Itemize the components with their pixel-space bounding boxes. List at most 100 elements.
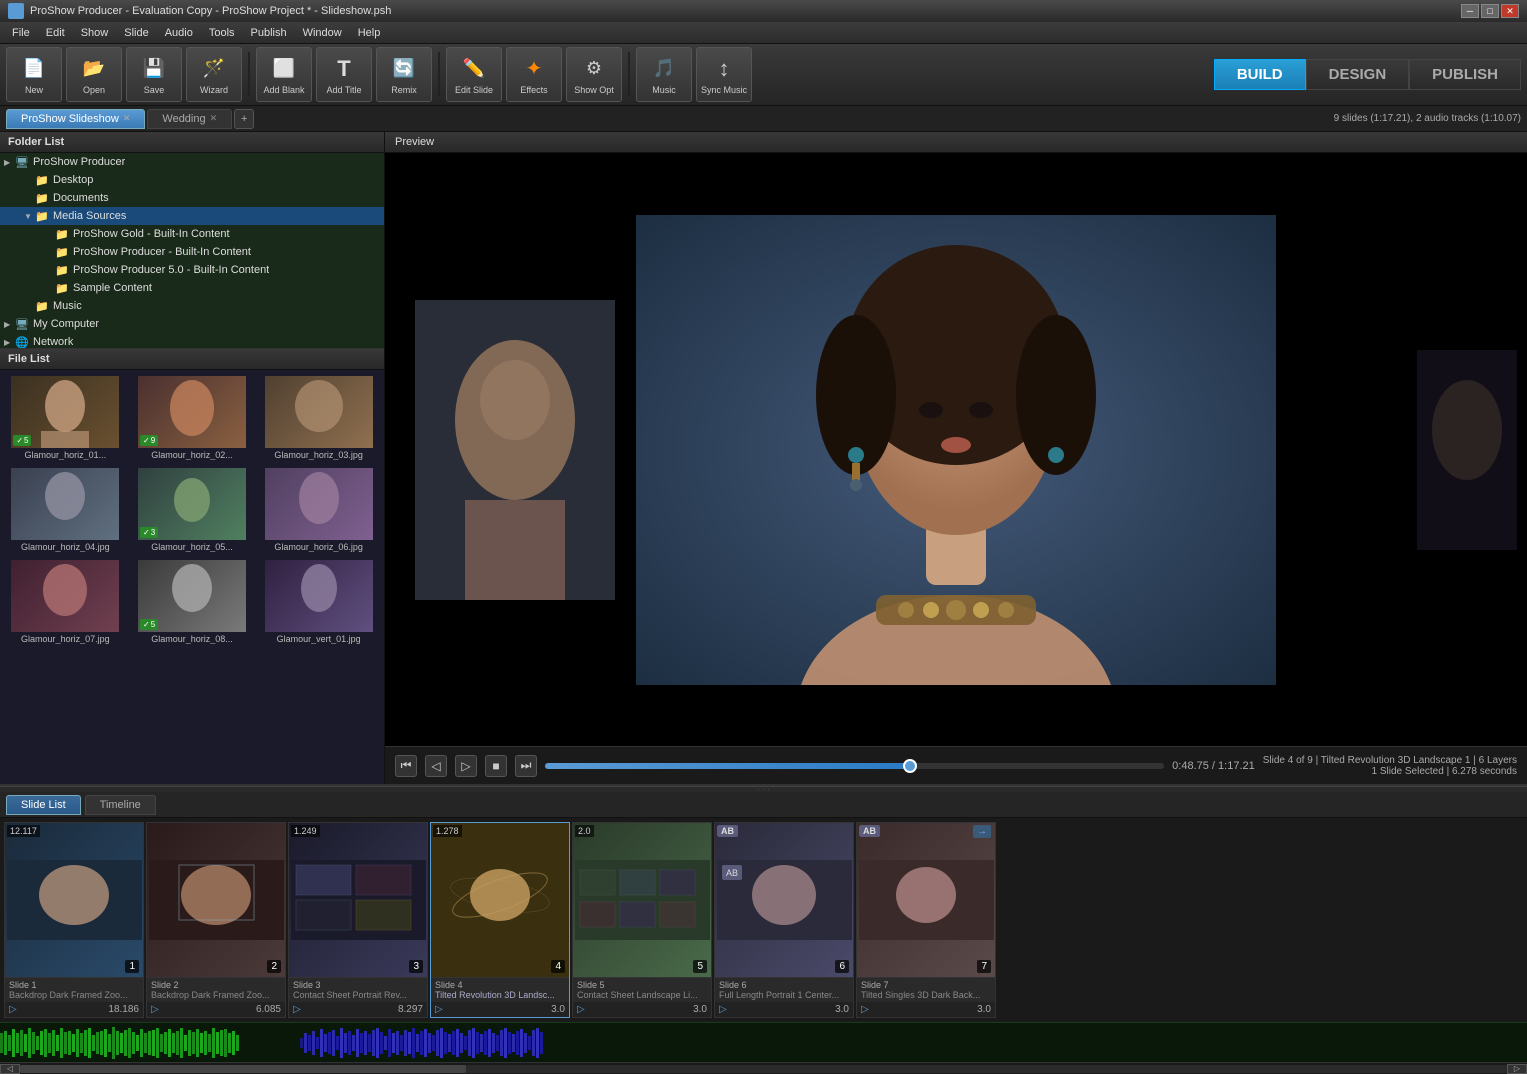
thumb-image-glamour-05: ✓ 3 (138, 468, 246, 540)
file-thumb-glamour-04[interactable]: Glamour_horiz_04.jpg (4, 466, 127, 554)
stop-button[interactable]: ■ (485, 755, 507, 777)
tree-item-proshow-gold[interactable]: 📁 ProShow Gold - Built-In Content (0, 225, 384, 243)
slide-play-5[interactable]: ▷ (577, 1004, 585, 1015)
file-thumb-glamour-01[interactable]: ✓ 5 Glamour_horiz_01... (4, 374, 127, 462)
effects-button[interactable]: ✦ Effects (506, 47, 562, 102)
sync-music-button[interactable]: ↕ Sync Music (696, 47, 752, 102)
play-button[interactable]: ▷ (455, 755, 477, 777)
menu-edit[interactable]: Edit (38, 25, 73, 41)
tree-item-proshow-prod-content[interactable]: 📁 ProShow Producer - Built-In Content (0, 243, 384, 261)
tab-proshow-slideshow[interactable]: ProShow Slideshow ✕ (6, 109, 145, 129)
remix-button[interactable]: 🔄 Remix (376, 47, 432, 102)
timeline-tabs: Slide List Timeline (0, 792, 1527, 818)
slide-subtitle-5: Contact Sheet Landscape Li... (577, 990, 707, 1000)
tree-item-media-sources[interactable]: ▼ 📁 Media Sources (0, 207, 384, 225)
tree-label-documents: Documents (53, 192, 109, 204)
slide-item-1[interactable]: 12.117 1 Slide 1 Backdrop Dark Framed Zo… (4, 822, 144, 1018)
skip-end-button[interactable]: ⏭ (515, 755, 537, 777)
slide-thumb-5: 2.0 5 (573, 823, 711, 977)
slide-play-4[interactable]: ▷ (435, 1004, 443, 1015)
slide-item-3[interactable]: 1.249 3 Slide 3 Contact Sheet Portrait R… (288, 822, 428, 1018)
add-tab-button[interactable]: + (234, 109, 254, 129)
save-button[interactable]: 💾 Save (126, 47, 182, 102)
slide-item-2[interactable]: 2 Slide 2 Backdrop Dark Framed Zoo... ▷ … (146, 822, 286, 1018)
tree-item-sample[interactable]: 📁 Sample Content (0, 279, 384, 297)
tree-item-network[interactable]: ▶ 🌐 Network (0, 333, 384, 348)
file-thumb-glamour-02[interactable]: ✓ 9 Glamour_horiz_02... (131, 374, 254, 462)
scroll-track[interactable] (20, 1065, 1507, 1073)
file-thumb-glamour-05[interactable]: ✓ 3 Glamour_horiz_05... (131, 466, 254, 554)
slide-play-2[interactable]: ▷ (151, 1004, 159, 1015)
menu-tools[interactable]: Tools (201, 25, 243, 41)
open-button[interactable]: 📂 Open (66, 47, 122, 102)
tree-item-proshow-producer[interactable]: ▶ 🖥 ProShow Producer (0, 153, 384, 171)
scroll-right-button[interactable]: ▷ (1507, 1064, 1527, 1074)
time-total: 1:17.21 (1218, 760, 1255, 772)
slide-list-tab[interactable]: Slide List (6, 795, 81, 815)
tab-wedding[interactable]: Wedding ✕ (147, 109, 232, 129)
arrow-badge-7: → (973, 825, 991, 837)
slide-item-5[interactable]: 2.0 5 Slide 5 Contact Sheet Landscape Li… (572, 822, 712, 1018)
slide-info-line2: 1 Slide Selected | 6.278 seconds (1263, 766, 1517, 777)
slide-duration-badge-1: 12.117 (7, 825, 40, 837)
add-title-button[interactable]: T Add Title (316, 47, 372, 102)
maximize-button[interactable]: □ (1481, 4, 1499, 18)
folder-tree[interactable]: ▶ 🖥 ProShow Producer 📁 Desktop 📁 Documen… (0, 153, 384, 348)
main-content: Folder List ▶ 🖥 ProShow Producer 📁 Deskt… (0, 132, 1527, 784)
file-thumb-glamour-vert-01[interactable]: Glamour_vert_01.jpg (257, 558, 380, 646)
preview-controls: ⏮ ◁ ▷ ■ ⏭ 0:48.75 / 1:17.21 Slide 4 of 9… (385, 746, 1527, 784)
menu-show[interactable]: Show (73, 25, 117, 41)
preview-area[interactable] (385, 153, 1527, 746)
add-blank-button[interactable]: ⬜ Add Blank (256, 47, 312, 102)
tree-item-proshow-50[interactable]: 📁 ProShow Producer 5.0 - Built-In Conten… (0, 261, 384, 279)
slide-dur-1: 18.186 (108, 1004, 139, 1015)
mode-buttons: BUILD DESIGN PUBLISH (1214, 59, 1521, 90)
scroll-thumb[interactable] (20, 1065, 466, 1073)
folder-icon-gold: 📁 (54, 227, 70, 241)
minimize-button[interactable]: ─ (1461, 4, 1479, 18)
progress-handle[interactable] (903, 759, 917, 773)
tree-item-music[interactable]: 📁 Music (0, 297, 384, 315)
thumb-image-glamour-02: ✓ 9 (138, 376, 246, 448)
tree-item-documents[interactable]: 📁 Documents (0, 189, 384, 207)
menu-file[interactable]: File (4, 25, 38, 41)
slide-play-3[interactable]: ▷ (293, 1004, 301, 1015)
menu-audio[interactable]: Audio (157, 25, 201, 41)
tree-item-desktop[interactable]: 📁 Desktop (0, 171, 384, 189)
slide-subtitle-6: Full Length Portrait 1 Center... (719, 990, 849, 1000)
menu-publish[interactable]: Publish (243, 25, 295, 41)
progress-bar[interactable] (545, 763, 1164, 769)
tree-item-my-computer[interactable]: ▶ 🖥 My Computer (0, 315, 384, 333)
show-opt-button[interactable]: ⚙ Show Opt (566, 47, 622, 102)
horizontal-scrollbar[interactable]: ◁ ▷ (0, 1062, 1527, 1074)
scroll-left-button[interactable]: ◁ (0, 1064, 20, 1074)
slide-item-6[interactable]: AB 2.0 6 AB Slide 6 Full Length Portrait… (714, 822, 854, 1018)
prev-frame-button[interactable]: ◁ (425, 755, 447, 777)
slide-play-6[interactable]: ▷ (719, 1004, 727, 1015)
publish-button[interactable]: PUBLISH (1409, 59, 1521, 90)
menu-help[interactable]: Help (350, 25, 389, 41)
edit-slide-button[interactable]: ✏️ Edit Slide (446, 47, 502, 102)
skip-start-button[interactable]: ⏮ (395, 755, 417, 777)
menu-slide[interactable]: Slide (116, 25, 156, 41)
menu-window[interactable]: Window (295, 25, 350, 41)
file-thumb-glamour-07[interactable]: Glamour_horiz_07.jpg (4, 558, 127, 646)
tab-close-icon[interactable]: ✕ (123, 113, 131, 124)
file-thumb-glamour-03[interactable]: Glamour_horiz_03.jpg (257, 374, 380, 462)
design-button[interactable]: DESIGN (1306, 59, 1410, 90)
slide-item-7[interactable]: 2.0 7 AB → Slide 7 Tilted Singles 3D Dar… (856, 822, 996, 1018)
close-button[interactable]: ✕ (1501, 4, 1519, 18)
wizard-button[interactable]: 🪄 Wizard (186, 47, 242, 102)
build-button[interactable]: BUILD (1214, 59, 1306, 90)
file-thumb-glamour-06[interactable]: Glamour_horiz_06.jpg (257, 466, 380, 554)
new-button[interactable]: 📄 New (6, 47, 62, 102)
slide-play-1[interactable]: ▷ (9, 1004, 17, 1015)
slide-item-4[interactable]: 1.278 4 Slide 4 Tilted Revolution 3D Lan… (430, 822, 570, 1018)
tab-wedding-close-icon[interactable]: ✕ (210, 113, 218, 124)
slide-list[interactable]: 12.117 1 Slide 1 Backdrop Dark Framed Zo… (0, 818, 1527, 1022)
file-thumb-glamour-08[interactable]: ✓ 5 Glamour_horiz_08... (131, 558, 254, 646)
music-button[interactable]: 🎵 Music (636, 47, 692, 102)
timeline-tab[interactable]: Timeline (85, 795, 156, 815)
slide-info-row-1: Slide 1 Backdrop Dark Framed Zoo... (5, 977, 143, 1002)
slide-play-7[interactable]: ▷ (861, 1004, 869, 1015)
